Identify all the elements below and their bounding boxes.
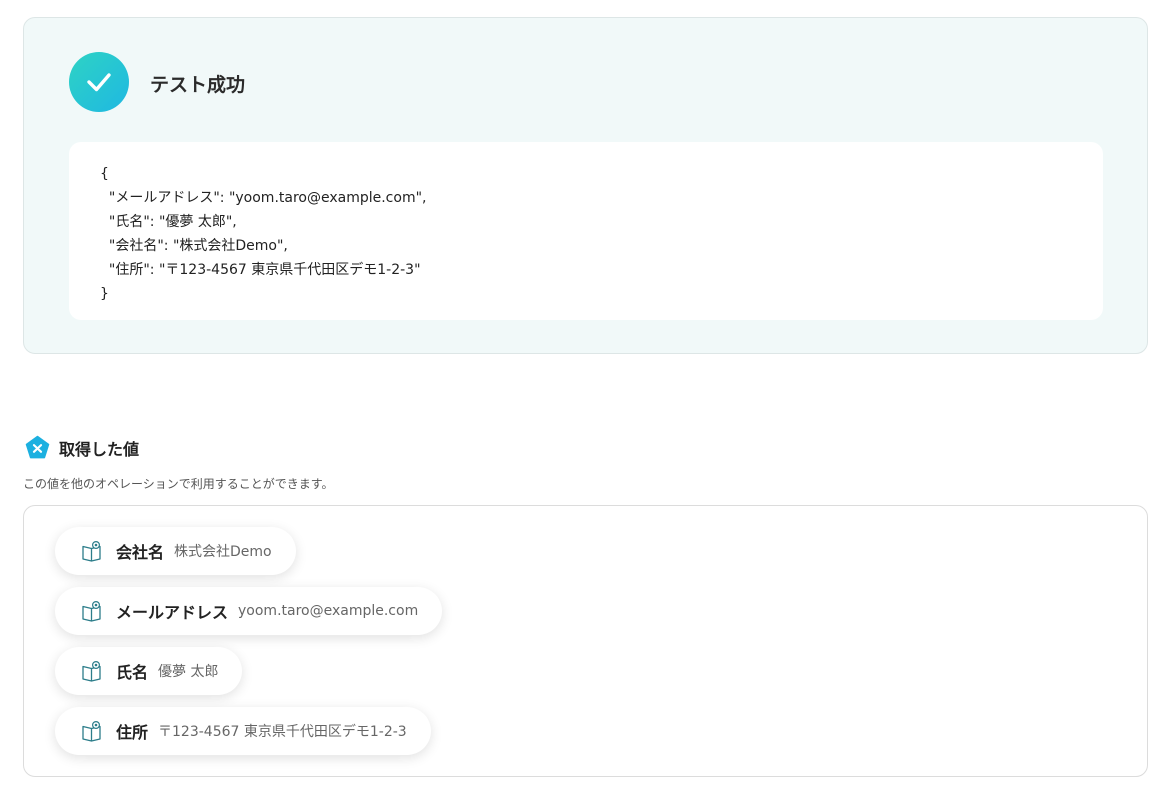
book-icon	[82, 720, 101, 742]
json-line: "住所": "〒123-4567 東京県千代田区デモ1-2-3"	[100, 262, 421, 278]
section-title: 取得した値	[59, 439, 140, 459]
value-chip-name[interactable]: 氏名 優夢 太郎	[55, 647, 243, 695]
value-text: 〒123-4567 東京県千代田区デモ1-2-3	[158, 724, 407, 740]
value-chip-company[interactable]: 会社名 株式会社Demo	[55, 527, 296, 575]
json-line: "メールアドレス": "yoom.taro@example.com",	[100, 190, 427, 206]
json-line: "氏名": "優夢 太郎",	[100, 214, 237, 230]
value-key: 住所	[116, 723, 149, 742]
acquired-values-panel: 会社名 株式会社Demo メールアドレス yoom.taro@example.c…	[23, 505, 1148, 777]
book-icon	[82, 540, 101, 562]
value-key: 会社名	[116, 543, 165, 562]
book-icon	[82, 600, 101, 622]
value-chip-address[interactable]: 住所 〒123-4567 東京県千代田区デモ1-2-3	[55, 707, 431, 755]
value-text: yoom.taro@example.com	[238, 603, 419, 619]
check-icon	[69, 52, 129, 112]
acquired-values-header: 取得した値	[25, 435, 139, 460]
book-icon	[82, 660, 101, 682]
json-output: { "メールアドレス": "yoom.taro@example.com", "氏…	[69, 142, 1103, 320]
json-line: "会社名": "株式会社Demo",	[100, 238, 288, 254]
value-key: 氏名	[116, 663, 149, 682]
json-line: {	[100, 166, 109, 182]
test-success-panel: テスト成功 { "メールアドレス": "yoom.taro@example.co…	[23, 17, 1148, 354]
section-description: この値を他のオペレーションで利用することができます。	[23, 477, 334, 491]
variable-pentagon-icon	[25, 435, 50, 459]
value-text: 株式会社Demo	[174, 544, 272, 560]
success-title: テスト成功	[150, 74, 246, 96]
value-key: メールアドレス	[116, 603, 229, 622]
value-text: 優夢 太郎	[158, 664, 219, 680]
json-line: }	[100, 286, 109, 302]
value-chip-email[interactable]: メールアドレス yoom.taro@example.com	[55, 587, 443, 635]
